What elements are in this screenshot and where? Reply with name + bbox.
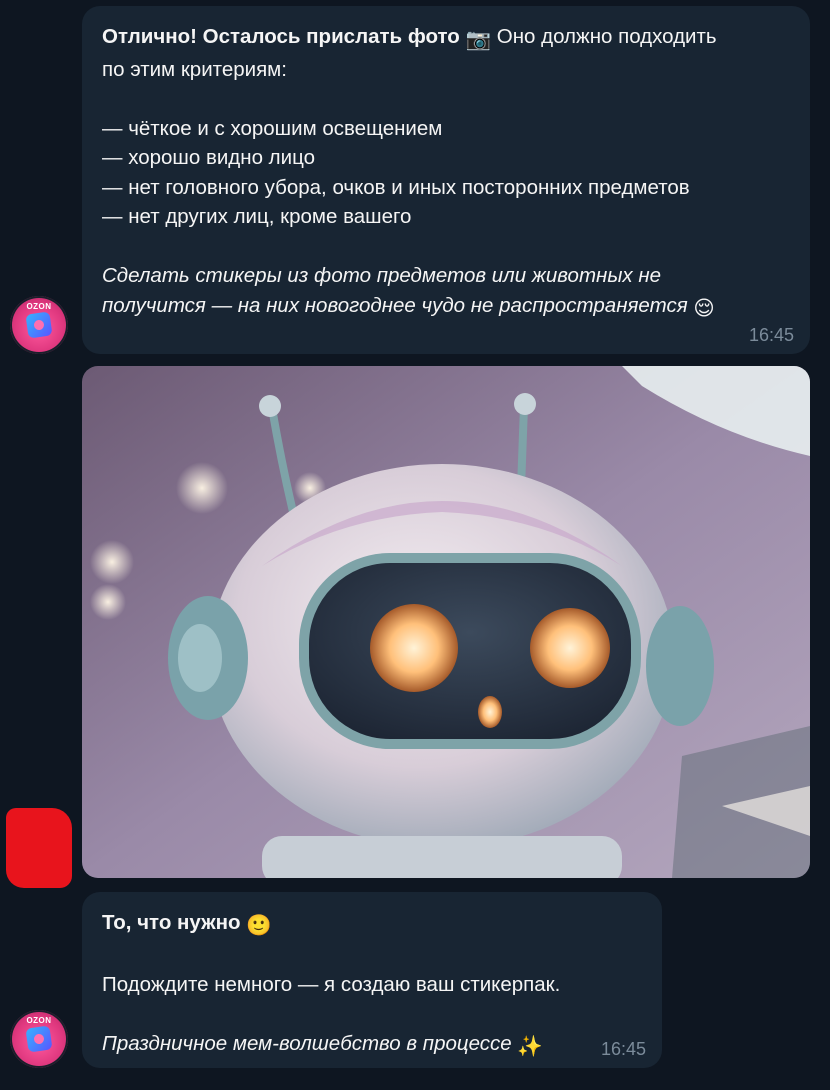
message-timestamp: 16:45 [748, 325, 794, 345]
user-photo[interactable] [82, 366, 810, 878]
message-italic: Праздничное мем-волшебство в процессе [102, 1032, 512, 1055]
message-title-row: То, что нужно 🙂 [102, 908, 642, 941]
message-lead-line2: по этим критериям: [102, 57, 287, 81]
criteria-item: — нет головного убора, очков и иных пост… [102, 175, 690, 199]
camera-emoji-icon: 📷 [465, 28, 492, 51]
message-timestamp: 16:45 [600, 1039, 646, 1059]
message-bubble-processing: То, что нужно 🙂 Подождите немного — я со… [82, 892, 662, 1068]
message-title: То, что нужно [102, 911, 241, 934]
criteria-item: — чёткое и с хорошим освещением [102, 116, 443, 140]
bot-avatar[interactable]: OZON [10, 296, 68, 354]
criteria-item: — хорошо видно лицо [102, 146, 316, 169]
sparkles-icon: ✨ [517, 1035, 543, 1058]
bot-avatar[interactable]: OZON [10, 1010, 68, 1068]
avatar-brand-label: OZON [26, 1016, 52, 1025]
message-text: Отлично! Осталось прислать фото 📷 Оно до… [102, 22, 790, 84]
ozon-logo-icon [25, 1025, 53, 1053]
relieved-face-icon: 😌 [693, 296, 715, 320]
message-note: Сделать стикеры из фото предметов или жи… [102, 261, 790, 323]
message-lead-bold: Отлично! Осталось прислать фото [102, 25, 460, 48]
message-line: Подождите немного — я создаю ваш стикерп… [102, 973, 561, 996]
criteria-list: — чёткое и с хорошим освещением — хорошо… [102, 114, 790, 232]
note-line2: получится — на них новогоднее чудо не ра… [102, 293, 688, 317]
message-lead-rest: Оно должно подходить [491, 25, 717, 48]
criteria-item: — нет других лиц, кроме вашего [102, 205, 412, 228]
redacted-avatar [6, 808, 72, 888]
message-bubble-criteria: Отлично! Осталось прислать фото 📷 Оно до… [82, 6, 810, 354]
avatar-brand-label: OZON [26, 302, 52, 311]
ozon-logo-icon [25, 311, 53, 339]
message-italic-row: Праздничное мем-волшебство в процессе ✨ [102, 1029, 642, 1062]
note-line1: Сделать стикеры из фото предметов или жи… [102, 264, 662, 287]
smile-face-icon: 🙂 [246, 914, 272, 937]
